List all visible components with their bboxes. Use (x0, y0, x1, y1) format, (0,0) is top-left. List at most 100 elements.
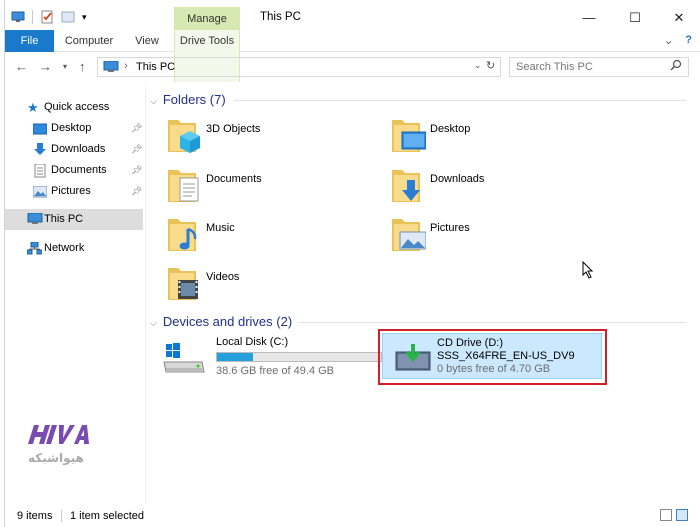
folder-name: Downloads (430, 173, 485, 185)
nav-desktop[interactable]: Desktop 📌︎ (5, 118, 143, 139)
drive-local-disk-c[interactable]: Local Disk (C:) 38.6 GB free of 49.4 GB (162, 336, 382, 388)
collapse-chevron-icon[interactable]: ⌵ (150, 96, 157, 106)
status-bar: 9 items 1 item selected (5, 507, 700, 525)
network-icon (26, 241, 43, 255)
nav-documents[interactable]: Documents 📌︎ (5, 160, 143, 181)
ribbon-right-controls: ⌄ ? (664, 34, 692, 47)
details-view-icon[interactable] (660, 509, 672, 521)
drive-usage-fill (217, 353, 254, 361)
search-icon (670, 59, 682, 76)
pictures-icon (32, 185, 48, 198)
3d-objects-folder-icon (168, 120, 200, 153)
star-icon: ★ (27, 100, 39, 115)
folder-downloads[interactable]: Downloads (390, 166, 590, 214)
item-count: 9 items (17, 510, 53, 522)
folders-group-header[interactable]: ⌵ Folders (7) (150, 92, 226, 107)
tab-computer[interactable]: Computer (61, 30, 117, 52)
nav-documents-label: Documents (51, 164, 107, 176)
music-folder-icon (168, 219, 197, 251)
up-arrow-icon[interactable]: ↑ (79, 59, 86, 74)
content-pane: ⌵ Folders (7) 3D Objects Desktop Document… (146, 88, 686, 502)
group-divider (298, 322, 686, 323)
nav-downloads[interactable]: Downloads 📌︎ (5, 139, 143, 160)
videos-folder-icon (168, 268, 198, 300)
logo-text: هیواشبکه (28, 451, 84, 465)
folder-name: Pictures (430, 222, 470, 234)
collapse-chevron-icon[interactable]: ⌵ (150, 318, 157, 328)
search-placeholder: Search This PC (516, 61, 593, 73)
close-button[interactable]: ✕ (660, 6, 698, 30)
tab-file[interactable]: File (5, 30, 54, 52)
computer-icon (27, 212, 43, 226)
address-bar[interactable]: › This PC ⌄ ↻ (97, 57, 501, 77)
group-divider (234, 100, 686, 101)
nav-downloads-label: Downloads (51, 143, 106, 155)
pin-icon[interactable]: 📌︎ (131, 181, 142, 202)
nav-quick-access-label: Quick access (44, 101, 110, 113)
downloads-folder-icon (392, 170, 420, 202)
drive-name: Local Disk (C:) (216, 336, 289, 348)
drives-group-header[interactable]: ⌵ Devices and drives (2) (150, 314, 292, 329)
desktop-folder-icon (392, 120, 426, 152)
nav-this-pc[interactable]: This PC (5, 209, 143, 230)
minimize-button[interactable]: — (570, 6, 608, 30)
help-icon[interactable]: ? (685, 34, 692, 47)
address-path[interactable]: This PC (136, 61, 175, 73)
expand-ribbon-icon[interactable]: ⌄ (664, 34, 673, 47)
download-arrow-icon (33, 143, 47, 156)
documents-icon (33, 163, 47, 178)
documents-folder-icon (168, 170, 199, 202)
computer-icon (103, 60, 119, 76)
drives-group-title: Devices and drives (2) (162, 314, 293, 329)
folder-pictures[interactable]: Pictures (390, 215, 590, 263)
quick-access-toolbar: ▾ (11, 10, 96, 24)
pictures-folder-icon (392, 219, 426, 251)
drive-free-space: 38.6 GB free of 49.4 GB (216, 365, 335, 377)
mouse-cursor-icon (582, 260, 594, 282)
hiva-shabake-logo: هیواشبکه (26, 422, 98, 468)
nav-this-pc-label: This PC (44, 213, 84, 225)
folder-name: Music (206, 222, 235, 234)
desktop-icon (32, 122, 48, 135)
properties-icon[interactable] (40, 10, 54, 24)
toolbar-separator (32, 10, 33, 24)
maximize-button[interactable]: ☐ (616, 6, 654, 30)
ribbon-tabs: File Computer View Drive Tools ⌄ ? (5, 30, 700, 82)
folders-group-title: Folders (7) (162, 92, 226, 107)
folder-documents[interactable]: Documents (166, 166, 366, 214)
tab-view[interactable]: View (129, 30, 165, 52)
new-folder-icon[interactable] (61, 10, 75, 24)
forward-arrow-icon[interactable]: → (39, 59, 52, 74)
nav-network[interactable]: Network (5, 238, 143, 259)
breadcrumb-chevron-icon[interactable]: › (124, 60, 128, 72)
title-bar: ▾ Manage This PC — ☐ ✕ (5, 6, 700, 31)
pin-icon[interactable]: 📌︎ (131, 118, 142, 139)
navigation-bar: ← → ▾ ↑ › This PC ⌄ ↻ Search This PC (5, 56, 700, 80)
manage-context-tab: Manage (174, 7, 240, 31)
folder-name: Videos (206, 271, 240, 283)
window-title: This PC (260, 11, 301, 23)
folder-name: Desktop (430, 123, 471, 135)
folder-name: 3D Objects (206, 123, 261, 135)
address-dropdown-icon[interactable]: ⌄ (474, 60, 482, 71)
nav-pictures-label: Pictures (51, 185, 91, 197)
folder-name: Documents (206, 173, 262, 185)
pin-icon[interactable]: 📌︎ (131, 139, 142, 160)
back-arrow-icon[interactable]: ← (15, 59, 28, 74)
folder-3d-objects[interactable]: 3D Objects (166, 116, 366, 164)
nav-quick-access[interactable]: ★ Quick access (5, 97, 143, 118)
customize-toolbar-icon[interactable]: ▾ (82, 10, 96, 24)
nav-pictures[interactable]: Pictures 📌︎ (5, 181, 143, 202)
search-box[interactable]: Search This PC (509, 57, 689, 77)
folder-desktop[interactable]: Desktop (390, 116, 590, 164)
refresh-icon[interactable]: ↻ (486, 59, 495, 72)
pin-icon[interactable]: 📌︎ (131, 160, 142, 181)
nav-network-label: Network (44, 242, 85, 254)
folder-music[interactable]: Music (166, 215, 366, 263)
view-switcher (660, 509, 688, 521)
folder-videos[interactable]: Videos (166, 264, 366, 312)
recent-locations-chevron-icon[interactable]: ▾ (63, 62, 67, 71)
large-icons-view-icon[interactable] (676, 509, 688, 521)
computer-icon[interactable] (11, 10, 25, 24)
nav-desktop-label: Desktop (51, 122, 92, 134)
